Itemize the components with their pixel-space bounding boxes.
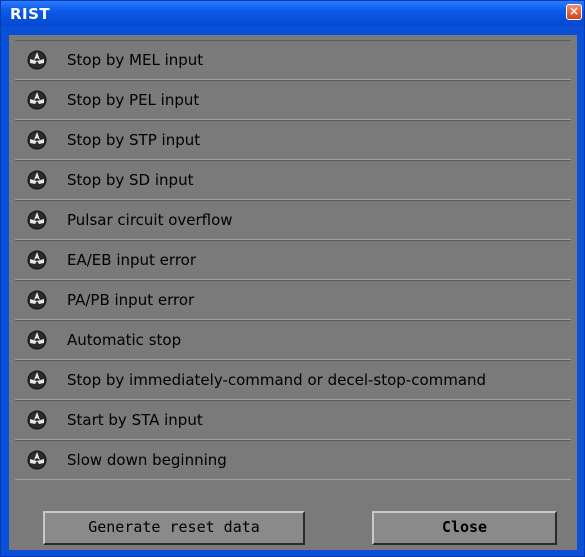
status-label: Pulsar circuit overflow [67,211,233,229]
status-label: Stop by MEL input [67,51,204,69]
close-icon: × [568,4,580,18]
status-list: Stop by MEL input Stop by PEL input Stop… [15,40,571,480]
led-icon [27,290,47,310]
led-icon [27,410,47,430]
led-icon [27,450,47,470]
status-panel: Stop by MEL input Stop by PEL input Stop… [9,35,577,550]
led-icon [27,50,47,70]
status-row-immediate-stop: Stop by immediately-command or decel-sto… [15,360,571,400]
led-icon [27,90,47,110]
status-label: Slow down beginning [67,451,227,469]
title-bar[interactable]: RIST × [1,1,584,26]
status-label: EA/EB input error [67,251,196,269]
led-icon [27,370,47,390]
status-row-auto-stop: Automatic stop [15,320,571,360]
status-label: Stop by immediately-command or decel-sto… [67,371,487,389]
window-title: RIST [10,5,51,23]
status-label: Stop by STP input [67,131,201,149]
status-row-mel: Stop by MEL input [15,40,571,80]
led-icon [27,130,47,150]
status-row-papb: PA/PB input error [15,280,571,320]
status-label: Stop by SD input [67,171,194,189]
status-row-stp: Stop by STP input [15,120,571,160]
led-icon [27,170,47,190]
status-row-pel: Stop by PEL input [15,80,571,120]
led-icon [27,210,47,230]
status-label: Automatic stop [67,331,182,349]
status-row-sd: Stop by SD input [15,160,571,200]
close-button[interactable]: Close [372,511,557,545]
status-label: Stop by PEL input [67,91,200,109]
status-label: PA/PB input error [67,291,195,309]
led-icon [27,330,47,350]
led-icon [27,250,47,270]
status-row-slow-down: Slow down beginning [15,440,571,480]
rist-window: RIST × Stop by MEL input Stop by PEL inp… [0,0,585,557]
generate-reset-data-button[interactable]: Generate reset data [43,511,305,545]
status-row-pulsar: Pulsar circuit overflow [15,200,571,240]
close-window-button[interactable]: × [566,4,582,20]
status-label: Start by STA input [67,411,203,429]
status-row-sta: Start by STA input [15,400,571,440]
status-row-eaeb: EA/EB input error [15,240,571,280]
